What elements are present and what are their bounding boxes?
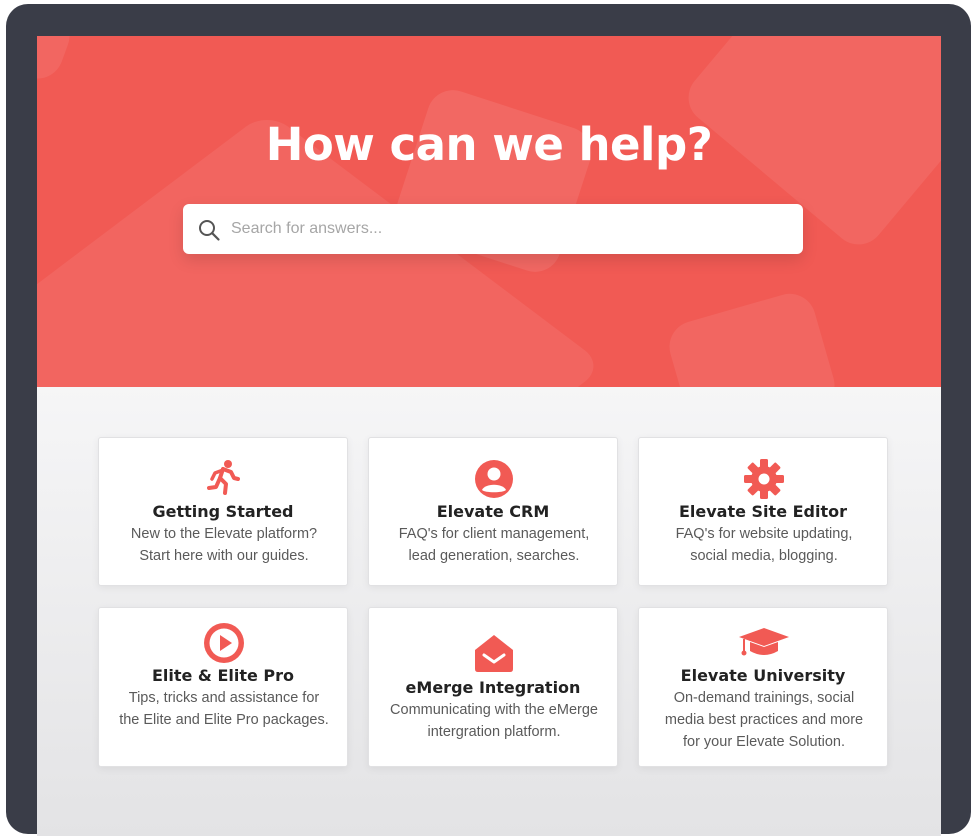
card-title: Elevate Site Editor [678,502,848,521]
card-elevate-site-editor[interactable]: Elevate Site Editor FAQ's for website up… [638,437,888,586]
device-frame: How can we help? Getting Star [6,4,971,836]
decorative-shape [37,36,77,86]
category-grid: Getting Started New to the Elevate platf… [37,387,941,836]
card-title: Getting Started [152,502,294,521]
search-input[interactable] [231,204,791,254]
card-getting-started[interactable]: Getting Started New to the Elevate platf… [98,437,348,586]
running-person-icon [207,460,240,495]
gear-icon [744,459,784,499]
card-description: Tips, tricks and assistance for the Elit… [119,690,329,728]
screen: How can we help? Getting Star [37,36,941,836]
decorative-shape [663,287,841,387]
card-elevate-crm[interactable]: Elevate CRM FAQ's for client management,… [368,437,618,586]
play-circle-icon [204,623,244,663]
card-description: FAQ's for website updating, social media… [675,526,853,564]
card-elevate-university[interactable]: Elevate University On-demand trainings, … [638,607,888,767]
card-title: Elite & Elite Pro [151,666,295,685]
card-title: Elevate University [680,666,846,685]
page-title: How can we help? [265,118,713,171]
card-description: FAQ's for client management, lead genera… [398,526,590,564]
search-icon [199,220,220,241]
card-elite-pro[interactable]: Elite & Elite Pro Tips, tricks and assis… [98,607,348,767]
card-description: Communicating with the eMerge intergrati… [390,702,598,740]
graduation-cap-icon [739,628,789,656]
search-bar[interactable] [183,204,803,254]
hero-banner: How can we help? [37,36,941,387]
card-emerge-integration[interactable]: eMerge Integration Communicating with th… [368,607,618,767]
user-circle-icon [475,460,513,498]
card-title: eMerge Integration [405,678,581,697]
open-envelope-icon [475,635,513,672]
card-description: New to the Elevate platform? Start here … [130,526,318,564]
card-description: On-demand trainings, social media best p… [664,690,864,750]
card-title: Elevate CRM [436,502,550,521]
